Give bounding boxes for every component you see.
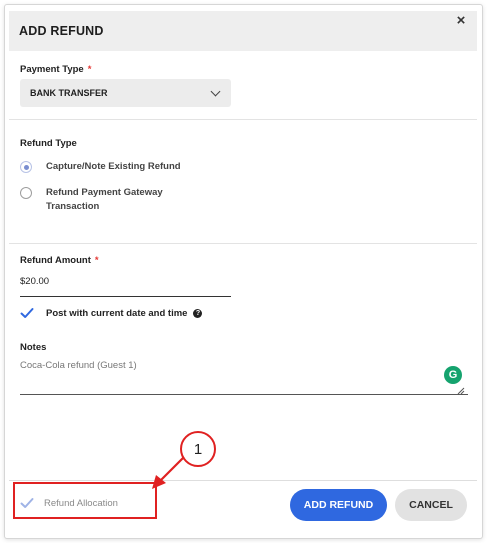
payment-type-label-text: Payment Type — [20, 64, 84, 75]
payment-type-value: BANK TRANSFER — [30, 88, 108, 98]
add-refund-button[interactable]: ADD REFUND — [290, 489, 387, 521]
chevron-down-icon — [210, 86, 221, 97]
refund-amount-label-text: Refund Amount — [20, 255, 91, 266]
refund-allocation-label: Refund Allocation — [44, 497, 118, 509]
refund-amount-label: Refund Amount * — [20, 255, 99, 266]
post-current-date-checkbox[interactable]: Post with current date and time ? — [20, 306, 203, 320]
refund-type-label: Refund Type — [20, 138, 77, 149]
checkmark-icon — [20, 308, 34, 318]
post-current-date-label: Post with current date and time — [46, 307, 188, 319]
help-icon[interactable]: ? — [193, 308, 203, 318]
footer-divider — [9, 480, 477, 481]
radio-label: Capture/Note Existing Refund — [46, 161, 181, 172]
close-icon[interactable]: × — [452, 12, 470, 30]
input-underline — [20, 296, 231, 297]
notes-textarea[interactable]: Coca-Cola refund (Guest 1) — [20, 360, 137, 371]
required-marker: * — [87, 64, 92, 75]
radio-capture-existing-refund[interactable]: Capture/Note Existing Refund — [20, 160, 181, 174]
notes-underline — [20, 394, 468, 395]
section-divider — [9, 243, 477, 244]
radio-button[interactable] — [20, 187, 32, 199]
checkmark-icon — [20, 498, 34, 508]
refund-amount-input[interactable]: $20.00 — [20, 276, 49, 287]
grammarly-icon[interactable]: G — [444, 366, 462, 384]
refund-allocation-checkbox[interactable]: Refund Allocation — [20, 496, 118, 510]
radio-refund-gateway-transaction[interactable]: Refund Payment Gateway Transaction — [20, 186, 196, 214]
notes-label: Notes — [20, 342, 47, 353]
dialog-header: ADD REFUND — [9, 11, 477, 51]
section-divider — [9, 119, 477, 120]
radio-label: Refund Payment Gateway Transaction — [46, 187, 163, 212]
required-marker: * — [94, 255, 99, 266]
payment-type-label: Payment Type * — [20, 64, 91, 75]
dialog-title: ADD REFUND — [19, 24, 104, 38]
cancel-button[interactable]: CANCEL — [395, 489, 467, 521]
radio-button-checked[interactable] — [20, 161, 32, 173]
payment-type-select[interactable]: BANK TRANSFER — [20, 79, 231, 107]
